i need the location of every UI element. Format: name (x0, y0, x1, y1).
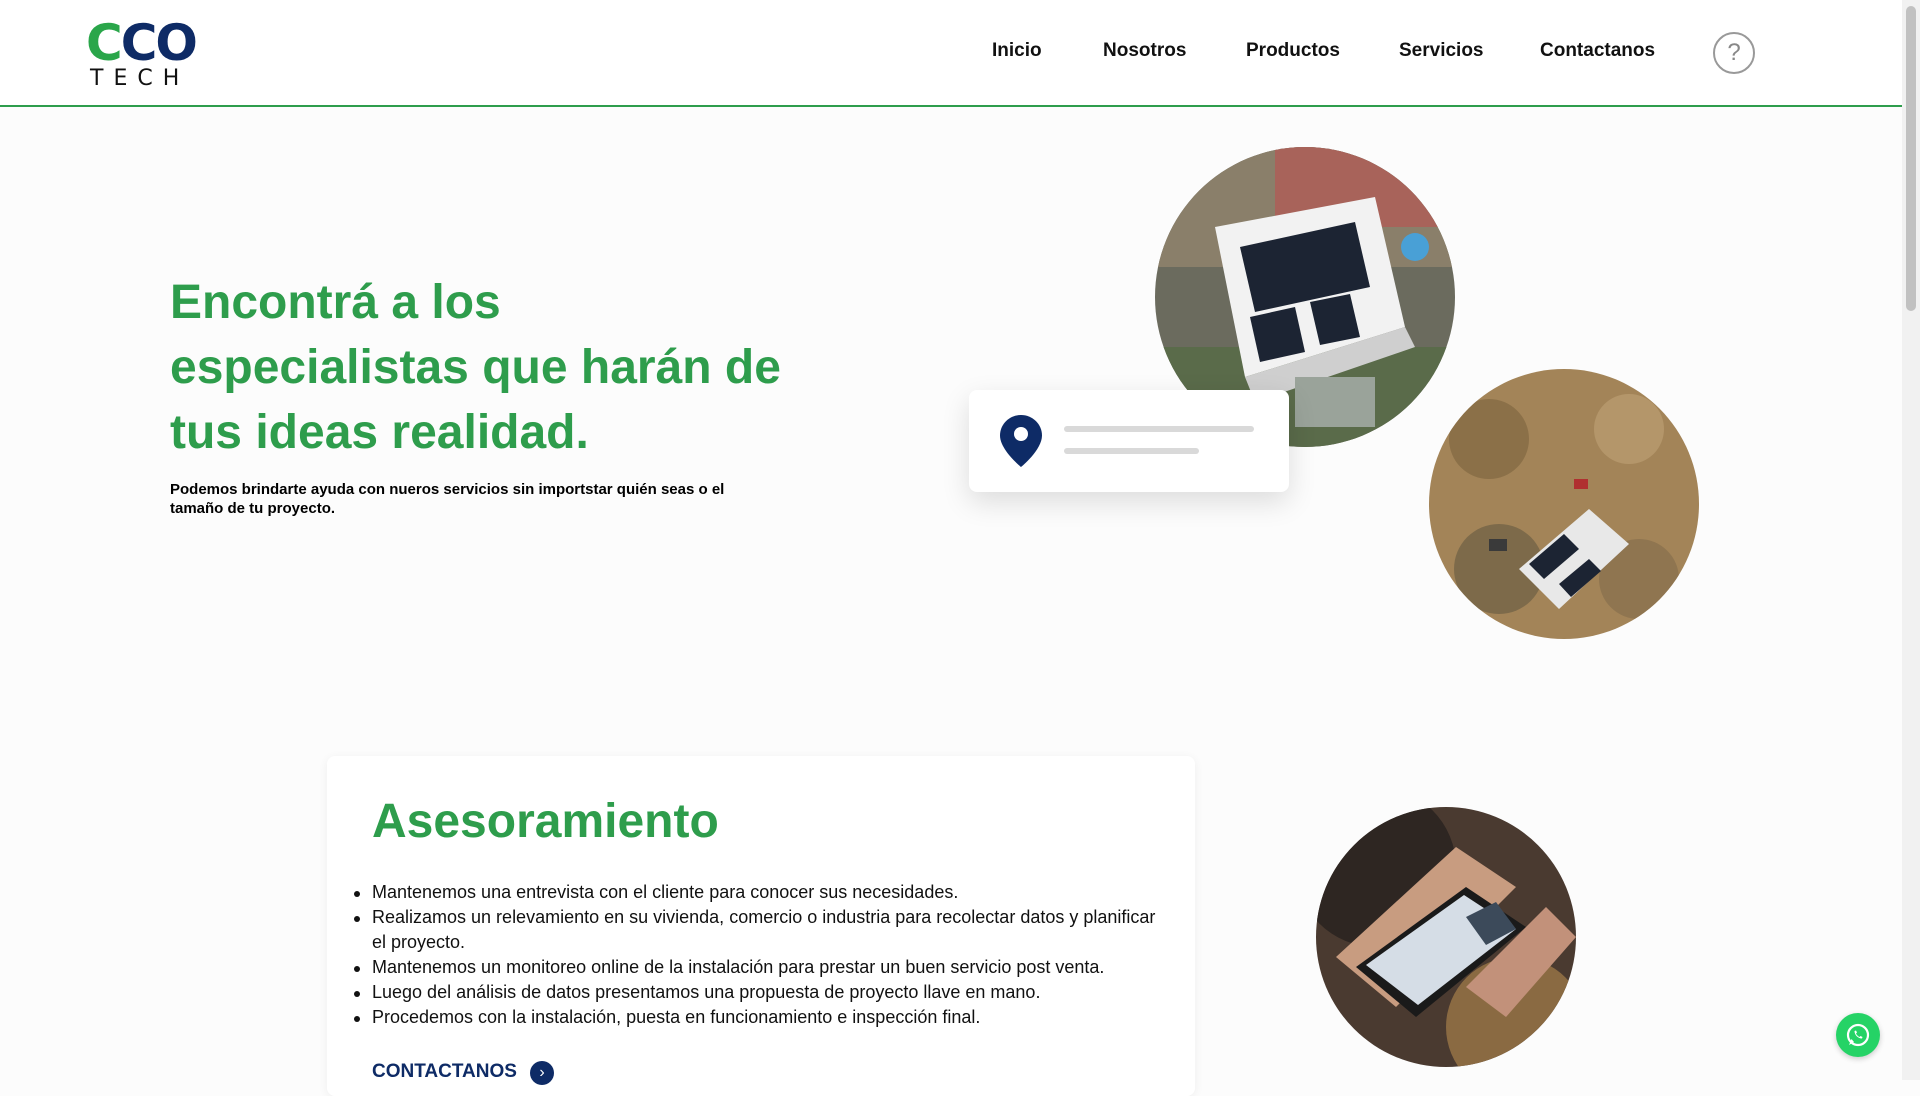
service-title: Asesoramiento (372, 795, 719, 848)
question-icon: ? (1727, 39, 1741, 66)
logo-subtext: TECH (90, 66, 190, 91)
list-item: Mantenemos una entrevista con el cliente… (354, 880, 1162, 905)
help-button[interactable]: ? (1713, 32, 1755, 74)
page-scrollbar[interactable] (1902, 0, 1920, 1080)
site-header: CCO TECH Inicio Nosotros Productos Servi… (0, 0, 1902, 107)
list-item: Realizamos un relevamiento en su viviend… (354, 905, 1162, 955)
list-item: Procedemos con la instalación, puesta en… (354, 1005, 1162, 1030)
location-card (969, 390, 1289, 492)
scrollbar-thumb[interactable] (1906, 6, 1916, 311)
hero-subtitle: Podemos brindarte ayuda con nueros servi… (170, 481, 725, 517)
list-item: Mantenemos un monitoreo online de la ins… (354, 955, 1162, 980)
service-list: Mantenemos una entrevista con el cliente… (354, 880, 1162, 1030)
ecotech-logo[interactable]: CCO TECH (86, 18, 221, 90)
logo-wordmark: CCO (86, 14, 198, 72)
placeholder-line (1064, 448, 1199, 454)
nav-contactanos[interactable]: Contactanos (1540, 40, 1655, 62)
list-item: Luego del análisis de datos presentamos … (354, 980, 1162, 1005)
nav-productos[interactable]: Productos (1246, 40, 1340, 62)
phone-hands-photo (1316, 807, 1576, 1067)
chevron-right-icon[interactable]: › (530, 1061, 554, 1085)
whatsapp-icon (1846, 1023, 1870, 1047)
service-card-asesoramiento: Asesoramiento Mantenemos una entrevista … (327, 756, 1195, 1096)
hero-title: Encontrá a los especialistas que harán d… (170, 276, 781, 459)
nav-nosotros[interactable]: Nosotros (1103, 40, 1186, 62)
whatsapp-button[interactable] (1836, 1013, 1880, 1057)
nav-servicios[interactable]: Servicios (1399, 40, 1484, 62)
nav-inicio[interactable]: Inicio (992, 40, 1042, 62)
field-solar-photo (1429, 369, 1699, 639)
location-pin-icon (1000, 415, 1042, 467)
placeholder-line (1064, 426, 1254, 432)
